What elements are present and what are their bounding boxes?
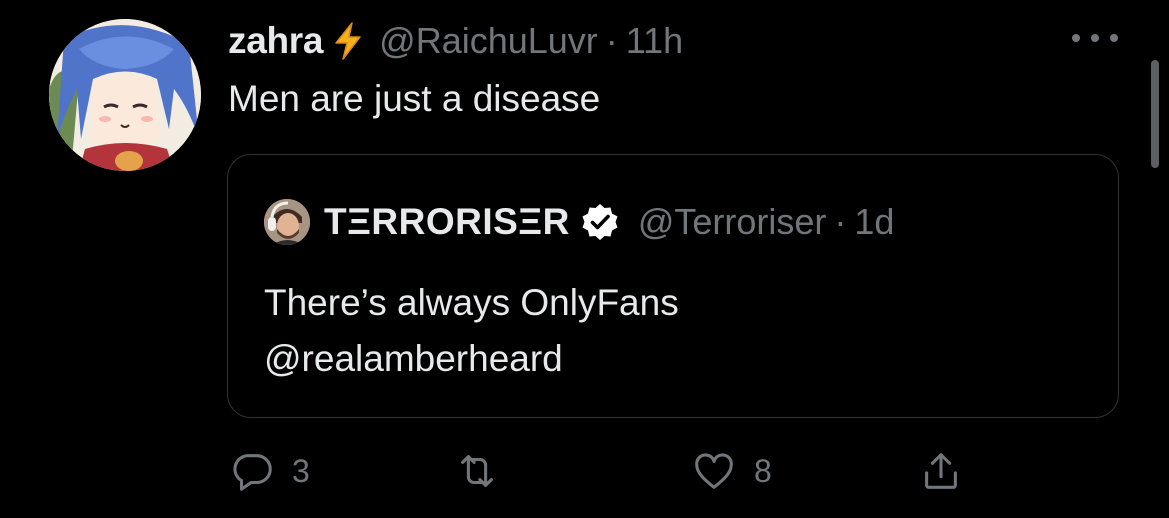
- lightning-bolt-icon: [333, 22, 363, 60]
- tweet-timestamp[interactable]: 11h: [626, 20, 683, 62]
- author-handle[interactable]: @RaichuLuvr: [379, 20, 598, 62]
- share-button[interactable]: [918, 446, 964, 496]
- ellipsis-icon[interactable]: [1072, 28, 1118, 48]
- user-photo-avatar-icon: [264, 199, 310, 245]
- tweet[interactable]: zahra @RaichuLuvr · 11h Men are just a d…: [0, 0, 1169, 518]
- reply-count: 3: [292, 452, 310, 489]
- quoted-author-display-name[interactable]: TΞRRORISΞR: [324, 201, 570, 243]
- reply-button[interactable]: 3: [230, 446, 310, 496]
- quoted-separator-dot: ·: [834, 201, 847, 242]
- anime-avatar-icon: [49, 19, 201, 171]
- scrollbar[interactable]: [1151, 60, 1159, 168]
- separator-dot: ·: [605, 20, 618, 61]
- retweet-button[interactable]: [454, 446, 500, 496]
- quoted-tweet-text: There’s always OnlyFans @realamberheard: [264, 275, 679, 387]
- quoted-tweet-timestamp[interactable]: 1d: [854, 201, 894, 243]
- tweet-header: zahra @RaichuLuvr · 11h: [228, 18, 683, 64]
- verified-badge-icon: [580, 202, 620, 242]
- retweet-icon: [461, 455, 493, 487]
- mention-link[interactable]: @realamberheard: [264, 331, 679, 387]
- quoted-tweet[interactable]: TΞRRORISΞR @Terroriser · 1d There’s alwa…: [227, 154, 1119, 418]
- tweet-actions: 3 8: [228, 446, 988, 496]
- author-avatar[interactable]: [49, 19, 201, 171]
- like-count: 8: [754, 452, 772, 489]
- author-display-name[interactable]: zahra: [228, 20, 323, 62]
- quoted-tweet-header: TΞRRORISΞR @Terroriser · 1d: [264, 199, 894, 245]
- quoted-author-avatar: [264, 199, 310, 245]
- quoted-author-handle[interactable]: @Terroriser: [638, 201, 827, 243]
- heart-icon: [695, 453, 733, 489]
- reply-icon: [233, 454, 272, 491]
- quoted-tweet-text-line: There’s always OnlyFans: [264, 282, 679, 323]
- like-button[interactable]: 8: [690, 446, 772, 496]
- tweet-text: Men are just a disease: [228, 78, 601, 119]
- share-icon: [925, 453, 957, 489]
